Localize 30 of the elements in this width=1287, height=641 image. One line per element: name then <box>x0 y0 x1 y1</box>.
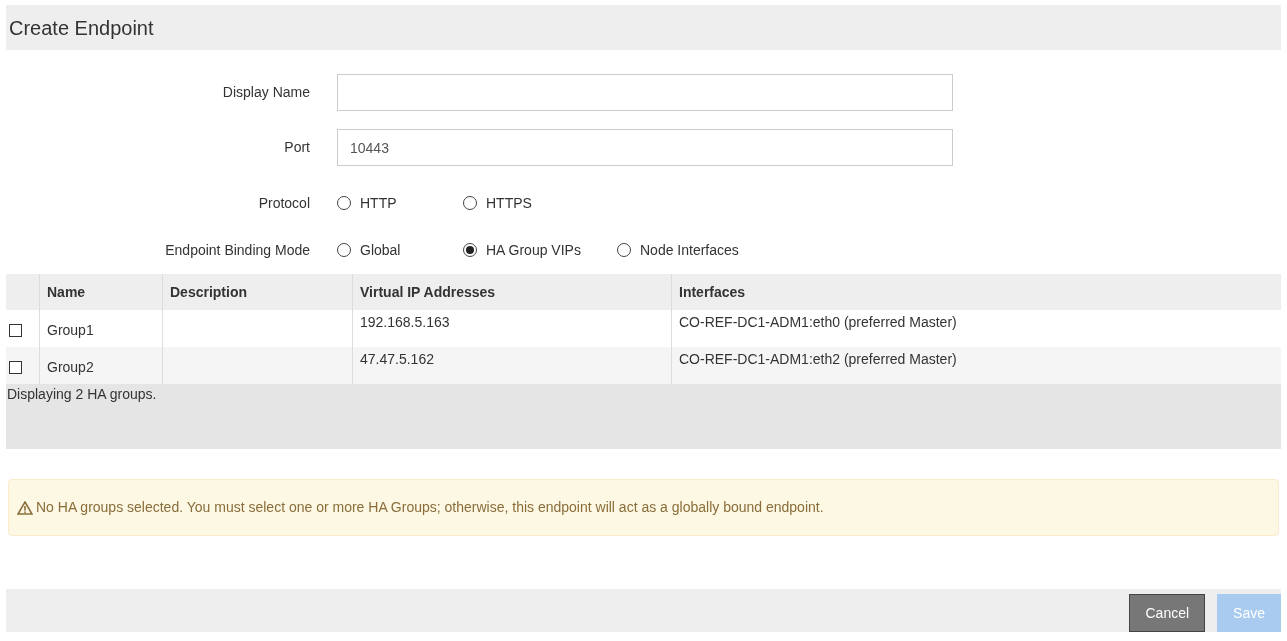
warning-text: No HA groups selected. You must select one or more HA Groups; otherwise, this endpoint will act as a globally bound endpoint. <box>36 498 824 517</box>
column-header: Interfaces <box>678 282 747 302</box>
table-cell: Group2 <box>47 359 94 375</box>
radio-label: HTTP <box>360 193 397 213</box>
row-checkbox[interactable] <box>9 361 22 374</box>
radio-group-label: Endpoint Binding Mode <box>164 240 310 260</box>
radio-button[interactable] <box>463 196 477 210</box>
radio-button[interactable] <box>337 243 351 257</box>
radio-group-label: Protocol <box>257 193 310 213</box>
radio-button[interactable] <box>463 243 477 257</box>
page-title: Create Endpoint <box>9 15 154 41</box>
table-cell: 47.47.5.162 <box>360 351 434 367</box>
table-cell: CO-REF-DC1-ADM1:eth0 (preferred Master) <box>679 314 957 330</box>
radio-label: Node Interfaces <box>640 240 739 260</box>
radio-button[interactable] <box>337 196 351 210</box>
radio-label: HA Group VIPs <box>486 240 581 260</box>
table-cell: 192.168.5.163 <box>360 314 450 330</box>
field-label: Port <box>283 138 310 157</box>
input-field[interactable] <box>337 74 953 111</box>
radio-label: HTTPS <box>486 193 532 213</box>
table-cell: CO-REF-DC1-ADM1:eth2 (preferred Master) <box>679 351 957 367</box>
row-checkbox[interactable] <box>9 324 22 337</box>
radio-button[interactable] <box>617 243 631 257</box>
input-field[interactable]: 10443 <box>337 129 953 166</box>
field-label: Display Name <box>221 83 310 102</box>
cancel-button[interactable]: Cancel <box>1129 594 1206 632</box>
radio-label: Global <box>360 240 401 260</box>
table-footer-text: Displaying 2 HA groups. <box>7 386 157 402</box>
warning-icon <box>17 500 33 515</box>
table-cell: Group1 <box>47 322 94 338</box>
